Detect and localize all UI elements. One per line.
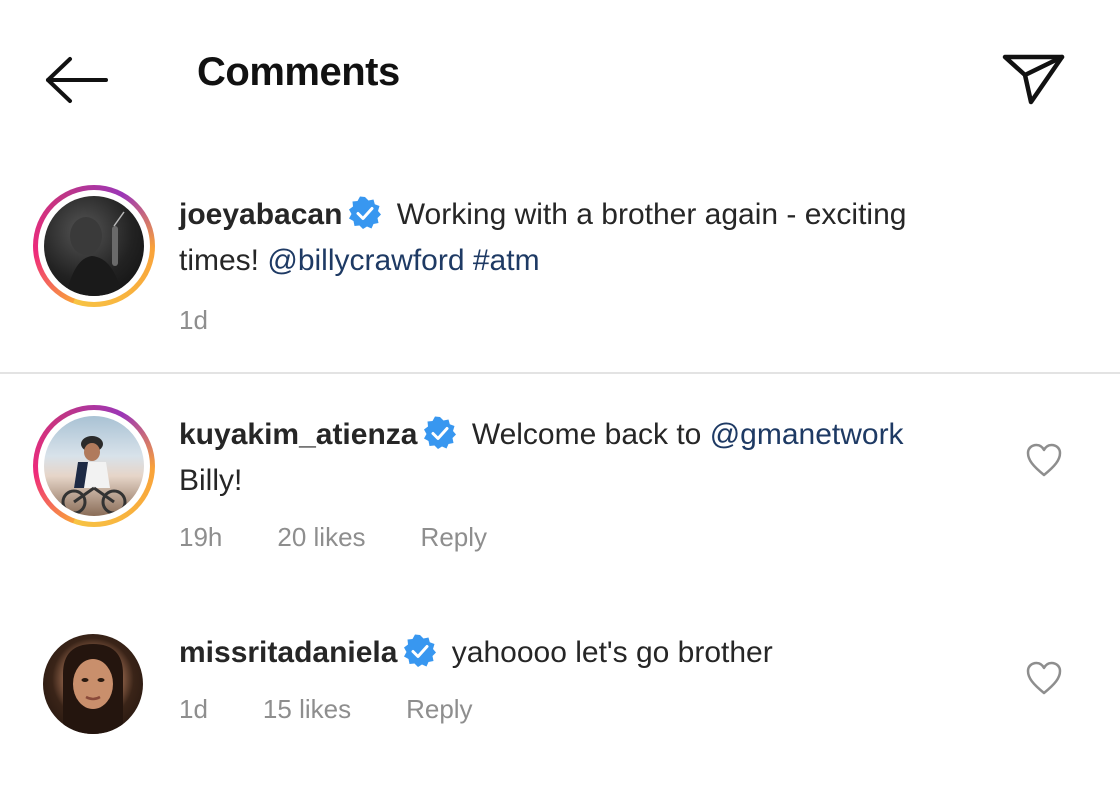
comment-text: missritadaniela yahoooo let's go brother <box>179 630 999 676</box>
header-bar: Comments <box>0 0 1120 150</box>
heart-icon[interactable] <box>1025 442 1063 478</box>
divider <box>0 372 1120 374</box>
caption-text: joeyabacan Working with a brother again … <box>179 192 999 284</box>
comment-username[interactable]: missritadaniela <box>179 636 397 669</box>
comment-timestamp: 1d <box>179 694 208 724</box>
comment-item: missritadaniela yahoooo let's go brother… <box>0 622 1120 742</box>
comment-text: kuyakim_atienza Welcome back to @gmanetw… <box>179 412 999 504</box>
reply-button[interactable]: Reply <box>406 694 472 725</box>
comment-meta: 19h 20 likes Reply <box>179 522 542 553</box>
comment-text-prefix: Welcome back to <box>471 418 710 451</box>
send-direct-icon[interactable] <box>1000 45 1066 107</box>
mention-link[interactable]: @gmanetwork <box>710 418 904 451</box>
caption-line2: times! <box>179 244 268 277</box>
avatar-missritadaniela[interactable] <box>43 634 143 734</box>
avatar-kuyakim[interactable] <box>33 405 155 527</box>
verified-badge-icon <box>348 196 382 230</box>
comment-body: yahoooo let's go brother <box>451 636 773 669</box>
back-arrow-icon[interactable] <box>44 55 108 105</box>
comment-meta: 1d 15 likes Reply <box>179 694 528 725</box>
post-caption: joeyabacan Working with a brother again … <box>0 180 1120 372</box>
comment-timestamp: 19h <box>179 522 223 552</box>
heart-icon[interactable] <box>1025 660 1063 696</box>
likes-count[interactable]: 15 likes <box>263 694 351 725</box>
avatar-photo <box>44 196 144 296</box>
avatar-photo <box>44 416 144 516</box>
comment-text-line2: Billy! <box>179 464 243 497</box>
caption-username[interactable]: joeyabacan <box>179 198 342 231</box>
reply-button[interactable]: Reply <box>421 522 487 553</box>
caption-line1: Working with a brother again - exciting <box>396 198 907 231</box>
avatar-photo <box>43 634 143 734</box>
avatar-joeyabacan[interactable] <box>33 185 155 307</box>
comment-item: kuyakim_atienza Welcome back to @gmanetw… <box>0 400 1120 570</box>
hashtag-link[interactable]: #atm <box>473 244 540 277</box>
comment-username[interactable]: kuyakim_atienza <box>179 418 417 451</box>
page-title: Comments <box>197 50 400 94</box>
caption-meta: 1d <box>179 305 263 336</box>
verified-badge-icon <box>423 416 457 450</box>
verified-badge-icon <box>403 634 437 668</box>
mention-link[interactable]: @billycrawford <box>267 244 464 277</box>
caption-timestamp: 1d <box>179 305 208 335</box>
likes-count[interactable]: 20 likes <box>277 522 365 553</box>
